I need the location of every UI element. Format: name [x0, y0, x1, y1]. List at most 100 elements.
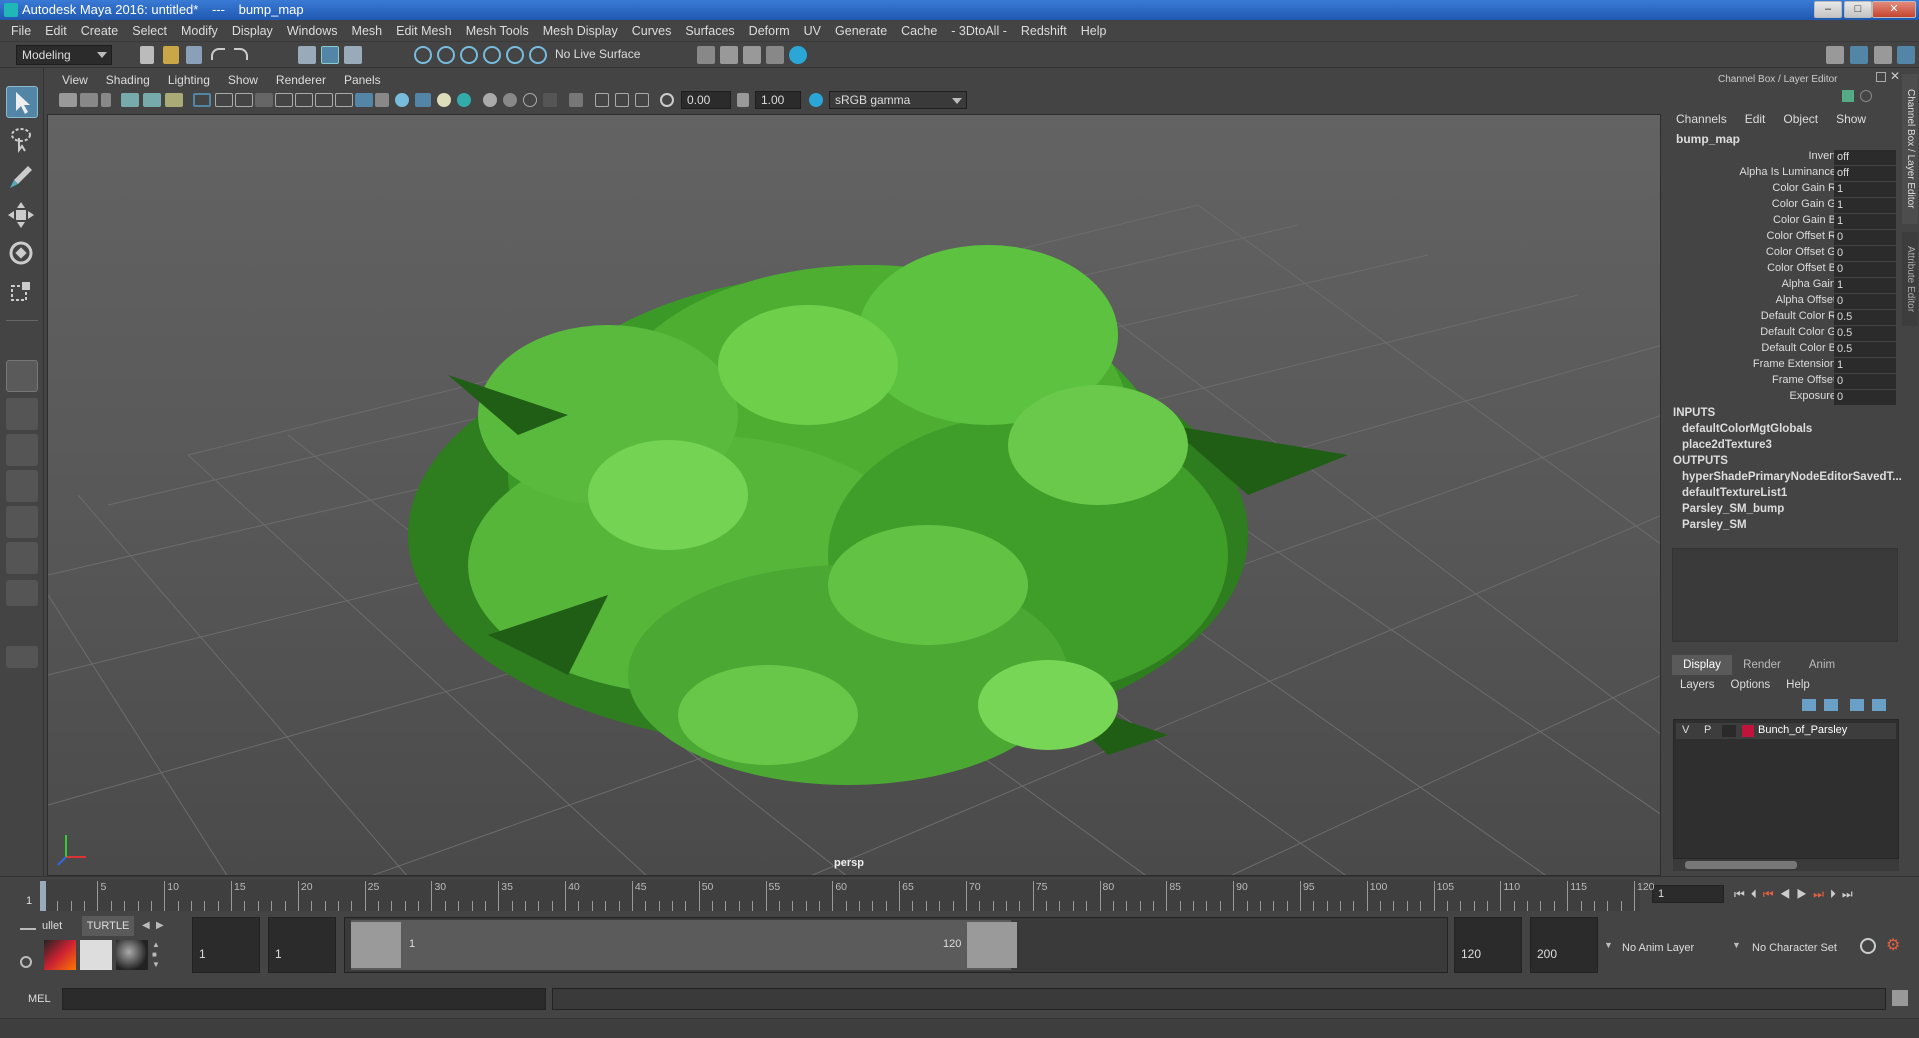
- channel-value[interactable]: 0.5: [1834, 342, 1896, 357]
- channel-value[interactable]: off: [1834, 166, 1896, 181]
- isolate-select-icon[interactable]: [569, 93, 583, 107]
- use-all-lights-icon[interactable]: [415, 93, 431, 107]
- channel-row[interactable]: Alpha Offset 0: [1670, 294, 1903, 310]
- close-panel-icon[interactable]: ✕: [1890, 69, 1900, 83]
- mode-dropdown[interactable]: Modeling: [16, 45, 112, 65]
- open-scene-icon[interactable]: [163, 46, 179, 64]
- layer-menu-layers[interactable]: Layers: [1680, 679, 1715, 691]
- playback-end-field[interactable]: 120: [1454, 917, 1522, 973]
- shelf-material-icon[interactable]: [80, 940, 112, 970]
- snap-grid-icon[interactable]: [414, 46, 432, 64]
- channel-row[interactable]: Alpha Gain 1: [1670, 278, 1903, 294]
- render-current-icon[interactable]: [720, 46, 738, 64]
- persp-graph-layout-icon[interactable]: [6, 470, 38, 502]
- anim-layer-dropdown[interactable]: No Anim Layer: [1622, 942, 1694, 954]
- shadows-icon[interactable]: [437, 93, 451, 107]
- persp-uv-layout-icon[interactable]: [6, 542, 38, 574]
- layer-scrollbar-thumb[interactable]: [1685, 861, 1797, 869]
- shelf-redshift-icon[interactable]: [44, 940, 76, 970]
- channel-box-lock-icon[interactable]: [1860, 90, 1872, 102]
- menu-select[interactable]: Select: [125, 24, 174, 38]
- viewport-menu-shading[interactable]: Shading: [97, 73, 159, 87]
- menu-uv[interactable]: UV: [797, 24, 828, 38]
- wireframe-icon[interactable]: [335, 93, 353, 107]
- undo-icon[interactable]: [211, 48, 225, 60]
- current-time-marker[interactable]: [40, 881, 46, 911]
- channel-row[interactable]: Color Offset G0: [1670, 246, 1903, 262]
- channel-value[interactable]: 0: [1834, 374, 1896, 389]
- viewport-menu-renderer[interactable]: Renderer: [267, 73, 335, 87]
- ambient-occlusion-icon[interactable]: [483, 93, 497, 107]
- channel-row[interactable]: Default Color B 0.5: [1670, 342, 1903, 358]
- resolution-gate-icon[interactable]: [235, 93, 253, 107]
- channel-value[interactable]: off: [1834, 150, 1896, 165]
- live-surface-field[interactable]: No Live Surface: [550, 45, 646, 65]
- menu-cache[interactable]: Cache: [894, 24, 944, 38]
- menu-3dtoall[interactable]: - 3DtoAll -: [944, 24, 1014, 38]
- depth-of-field-icon[interactable]: [543, 93, 557, 107]
- lasso-tool-icon[interactable]: [6, 124, 38, 156]
- menu-redshift[interactable]: Redshift: [1014, 24, 1074, 38]
- menu-mesh-display[interactable]: Mesh Display: [536, 24, 625, 38]
- output-node[interactable]: Parsley_SM_bump: [1682, 503, 1784, 515]
- shelf-tab-right-arrow-icon[interactable]: ▶: [156, 920, 164, 931]
- textured-icon[interactable]: [395, 93, 409, 107]
- channel-value[interactable]: 0: [1834, 230, 1896, 245]
- channel-row[interactable]: Color Offset B0: [1670, 262, 1903, 278]
- channel-menu-show[interactable]: Show: [1836, 112, 1866, 126]
- viewport-menu-panels[interactable]: Panels: [335, 73, 390, 87]
- bookmark-icon[interactable]: [101, 93, 111, 107]
- menu-windows[interactable]: Windows: [280, 24, 345, 38]
- viewport-menu-view[interactable]: View: [53, 73, 97, 87]
- four-view-layout-icon[interactable]: [6, 398, 38, 430]
- step-back-frame-icon[interactable]: ⏴: [1751, 887, 1763, 901]
- step-forward-key-icon[interactable]: ⏭: [1813, 887, 1830, 901]
- gate-mask-icon[interactable]: [255, 93, 273, 107]
- grid-toggle-icon[interactable]: [193, 93, 211, 107]
- menu-generate[interactable]: Generate: [828, 24, 894, 38]
- channel-value[interactable]: 1: [1834, 182, 1896, 197]
- channel-row[interactable]: Color Offset R0: [1670, 230, 1903, 246]
- single-perspective-layout-icon[interactable]: [6, 360, 38, 392]
- safe-action-icon[interactable]: [295, 93, 313, 107]
- camera-select-icon[interactable]: [59, 93, 77, 107]
- new-layer-selected-icon[interactable]: [1872, 699, 1886, 711]
- backface-culling-icon[interactable]: [635, 93, 649, 107]
- auto-key-icon[interactable]: [1860, 938, 1876, 954]
- gamma-icon[interactable]: [737, 93, 749, 107]
- play-backward-icon[interactable]: ◀: [1780, 887, 1797, 901]
- channel-box-toggle-icon[interactable]: [1897, 46, 1915, 64]
- move-layer-down-icon[interactable]: [1824, 699, 1838, 711]
- channel-value[interactable]: 1: [1834, 214, 1896, 229]
- select-component-icon[interactable]: [344, 46, 362, 64]
- channel-value[interactable]: 0.5: [1834, 326, 1896, 341]
- layer-menu-help[interactable]: Help: [1786, 679, 1810, 691]
- channel-value[interactable]: 0.5: [1834, 310, 1896, 325]
- new-empty-layer-icon[interactable]: [1850, 699, 1864, 711]
- shelf-settings-icon[interactable]: [20, 956, 32, 968]
- range-end-handle[interactable]: [967, 922, 1017, 968]
- range-bar[interactable]: 1 120: [351, 920, 1017, 970]
- command-input[interactable]: [62, 988, 546, 1010]
- channel-row[interactable]: Default Color R 0.5: [1670, 310, 1903, 326]
- channel-row[interactable]: Default Color G 0.5: [1670, 326, 1903, 342]
- channel-menu-edit[interactable]: Edit: [1745, 112, 1766, 126]
- anti-aliasing-icon[interactable]: [523, 93, 537, 107]
- wireframe-on-shaded-icon[interactable]: [375, 93, 389, 107]
- menu-help[interactable]: Help: [1074, 24, 1114, 38]
- minimize-button[interactable]: –: [1814, 1, 1842, 18]
- film-gate-icon[interactable]: [215, 93, 233, 107]
- channel-value[interactable]: 0: [1834, 294, 1896, 309]
- step-forward-frame-icon[interactable]: ⏵: [1830, 887, 1842, 901]
- channel-row[interactable]: Frame Offset 0: [1670, 374, 1903, 390]
- collapse-toolbox-icon[interactable]: [6, 646, 38, 668]
- close-button[interactable]: ✕: [1872, 1, 1916, 18]
- layer-scrollbar[interactable]: [1673, 859, 1899, 871]
- layer-tab-anim[interactable]: Anim: [1792, 655, 1852, 675]
- output-node[interactable]: defaultTextureList1: [1682, 487, 1787, 499]
- panel-options-icon[interactable]: [6, 580, 38, 606]
- time-slider[interactable]: 1 1 ⏮⏴⏮◀▶⏭⏵⏭ 5 10 15 20 25 30 35 40 45 50 55 60 65 70…: [0, 876, 1919, 914]
- paint-select-tool-icon[interactable]: [6, 162, 38, 194]
- image-plane-icon[interactable]: [121, 93, 139, 107]
- snap-magnet-icon[interactable]: [529, 46, 547, 64]
